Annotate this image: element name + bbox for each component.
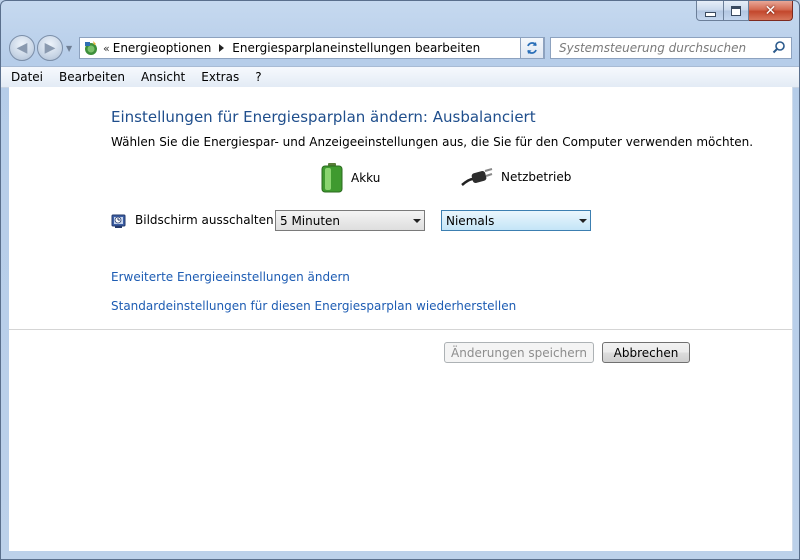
- address-bar[interactable]: « Energieoptionen Energiesparplaneinstel…: [79, 37, 545, 59]
- display-timer-icon: [111, 214, 126, 228]
- back-button[interactable]: ◀: [9, 35, 35, 61]
- battery-column-label: Akku: [351, 171, 381, 185]
- restore-defaults-link[interactable]: Standardeinstellungen für diesen Energie…: [111, 299, 516, 313]
- minimize-button[interactable]: [696, 1, 724, 21]
- close-icon: ✕: [764, 2, 777, 19]
- ac-display-off-select[interactable]: Niemals: [441, 210, 591, 231]
- battery-display-off-select[interactable]: 5 Minuten: [275, 210, 425, 231]
- forward-arrow-icon: ▶: [44, 40, 56, 56]
- breadcrumb-separator-icon[interactable]: [219, 44, 225, 52]
- content-pane: Einstellungen für Energiesparplan ändern…: [9, 87, 793, 551]
- breadcrumb-energieoptionen[interactable]: Energieoptionen: [113, 41, 212, 55]
- display-off-label: Bildschirm ausschalten:: [135, 213, 278, 227]
- window: ✕ ◀ ▶ ▼ « Energieoptionen Energiesparpla…: [0, 0, 800, 560]
- battery-display-off-value: 5 Minuten: [280, 213, 341, 228]
- power-plug-icon: [461, 168, 493, 186]
- refresh-button[interactable]: [520, 37, 544, 59]
- ac-column-label: Netzbetrieb: [501, 170, 572, 184]
- breadcrumb-plan-settings[interactable]: Energiesparplaneinstellungen bearbeiten: [232, 41, 480, 55]
- ac-display-off-value: Niemals: [446, 213, 495, 228]
- menu-bearbeiten[interactable]: Bearbeiten: [51, 70, 133, 84]
- close-button[interactable]: ✕: [749, 1, 793, 21]
- search-icon[interactable]: [772, 40, 786, 54]
- battery-column-header: Akku: [321, 163, 380, 193]
- search-input[interactable]: [557, 40, 771, 56]
- recent-pages-dropdown-icon[interactable]: ▼: [66, 44, 72, 53]
- chevron-down-icon: [576, 218, 590, 223]
- advanced-power-settings-link[interactable]: Erweiterte Energieeinstellungen ändern: [111, 270, 350, 284]
- minimize-icon: [704, 11, 716, 17]
- menu-ansicht[interactable]: Ansicht: [133, 70, 193, 84]
- chevron-down-icon: [410, 218, 424, 223]
- divider: [9, 329, 792, 330]
- caption-buttons: ✕: [696, 1, 793, 21]
- address-overflow-chevron[interactable]: «: [103, 42, 110, 55]
- maximize-icon: [731, 5, 741, 16]
- page-title: Einstellungen für Energiesparplan ändern…: [111, 108, 536, 126]
- save-changes-button[interactable]: Änderungen speichern: [444, 342, 594, 363]
- cancel-button[interactable]: Abbrechen: [602, 342, 690, 363]
- navigation-buttons: ◀ ▶ ▼: [9, 35, 72, 61]
- menu-help[interactable]: ?: [247, 70, 269, 84]
- control-panel-icon: [85, 41, 97, 55]
- search-box[interactable]: [550, 37, 792, 59]
- maximize-button[interactable]: [724, 1, 749, 21]
- menu-extras[interactable]: Extras: [193, 70, 247, 84]
- forward-button[interactable]: ▶: [37, 35, 63, 61]
- battery-icon: [321, 163, 343, 193]
- menu-bar: Datei Bearbeiten Ansicht Extras ?: [1, 66, 799, 88]
- back-arrow-icon: ◀: [16, 40, 28, 56]
- ac-column-header: Netzbetrieb: [461, 167, 571, 187]
- refresh-icon: [527, 42, 537, 54]
- page-description: Wählen Sie die Energiespar- und Anzeigee…: [111, 135, 754, 149]
- menu-datei[interactable]: Datei: [1, 70, 51, 84]
